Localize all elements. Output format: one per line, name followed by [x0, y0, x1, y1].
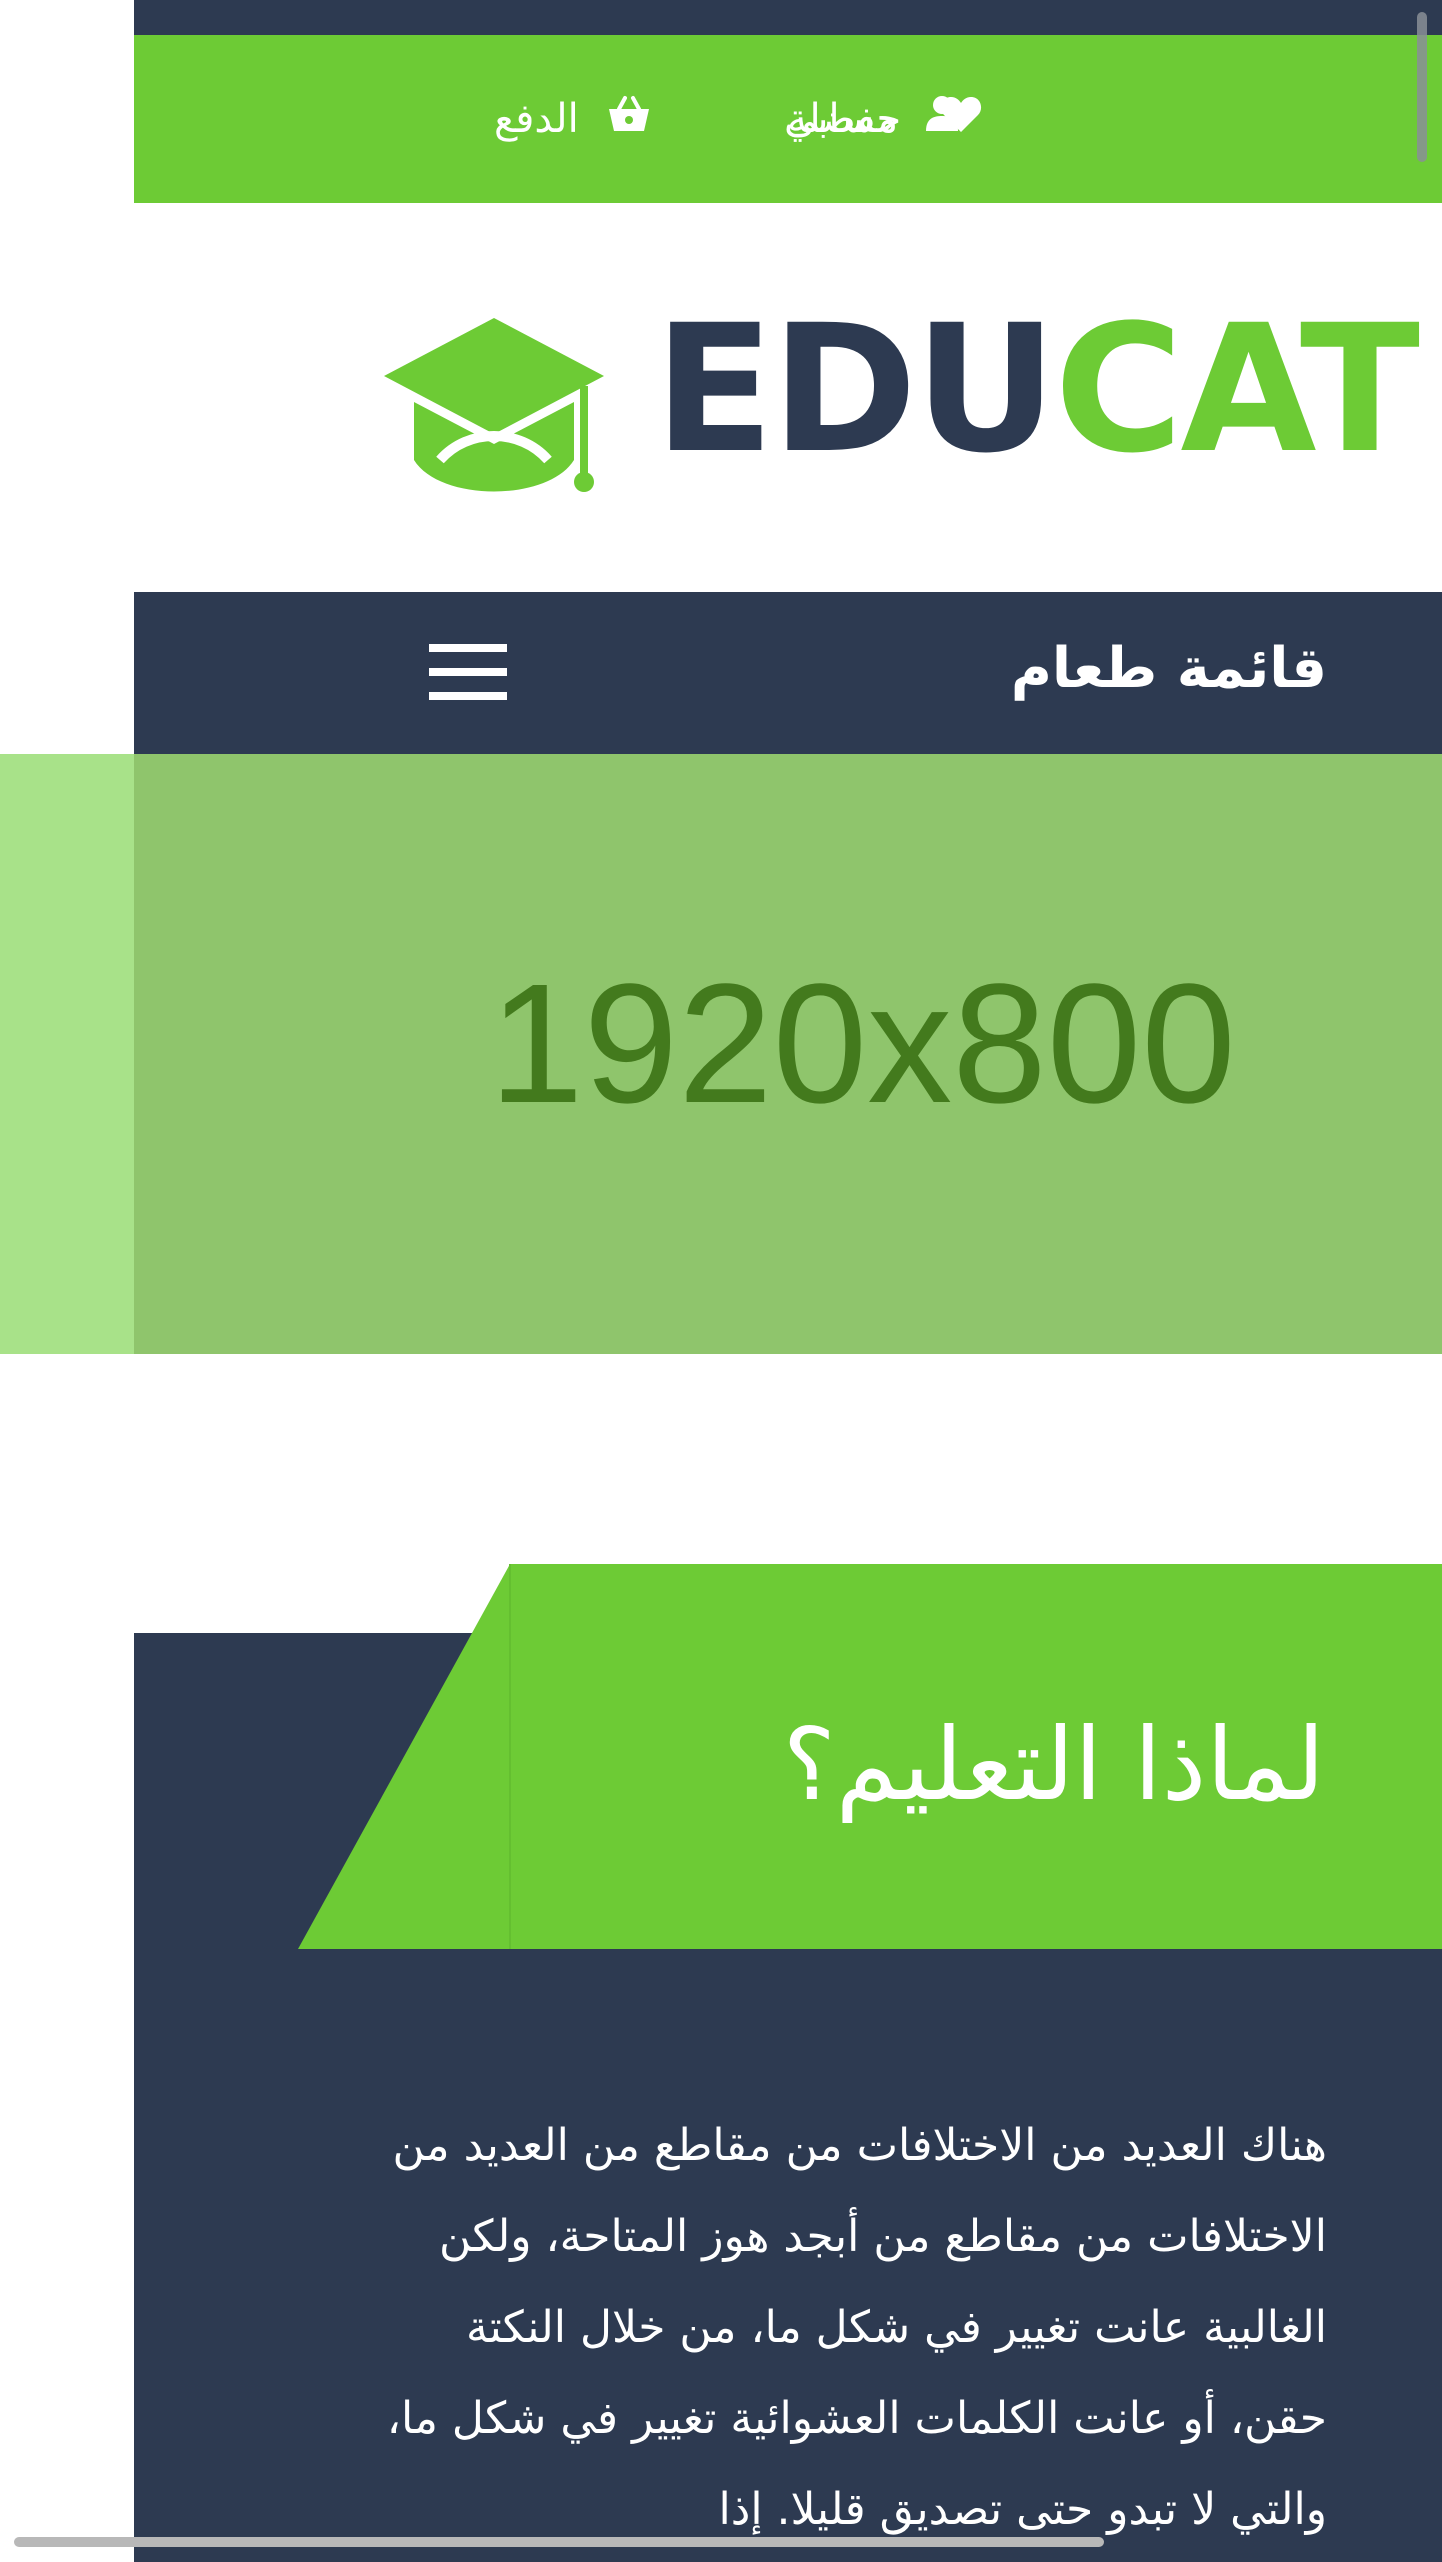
why-title: لماذا التعليم؟ [782, 1706, 1325, 1823]
menu-title[interactable]: قائمة طعام [1011, 636, 1327, 701]
horizontal-scrollbar[interactable] [14, 2537, 1104, 2547]
logo-wordmark: EDUCAT [654, 287, 1420, 492]
graduation-cap-icon [380, 310, 608, 498]
heart-icon [940, 95, 982, 143]
top-strip [134, 0, 1442, 35]
wishlist-heart-area[interactable] [940, 93, 982, 145]
vertical-scrollbar[interactable] [1417, 12, 1427, 162]
page: حسابي مفضلة الدفع EDUCAT قائمة طعام 1920… [0, 0, 1442, 2562]
menu-bar: قائمة طعام [134, 592, 1442, 754]
wishlist-label: مفضلة [787, 96, 899, 142]
checkout-link[interactable]: الدفع [494, 93, 651, 145]
logo-text-edu: EDU [654, 287, 1057, 492]
hero-image-placeholder: 1920x800 [134, 754, 1442, 1354]
hero-side-strip [0, 754, 134, 1354]
checkout-label: الدفع [494, 96, 579, 142]
wishlist-label-area[interactable]: مفضلة [787, 93, 898, 145]
hero-placeholder-text: 1920x800 [489, 949, 1236, 1139]
logo-text-cat: CAT [1054, 287, 1420, 492]
why-paragraph: هناك العديد من الاختلافات من مقاطع من ال… [386, 2120, 1327, 2535]
hamburger-icon[interactable] [429, 644, 507, 700]
basket-icon [607, 95, 651, 143]
